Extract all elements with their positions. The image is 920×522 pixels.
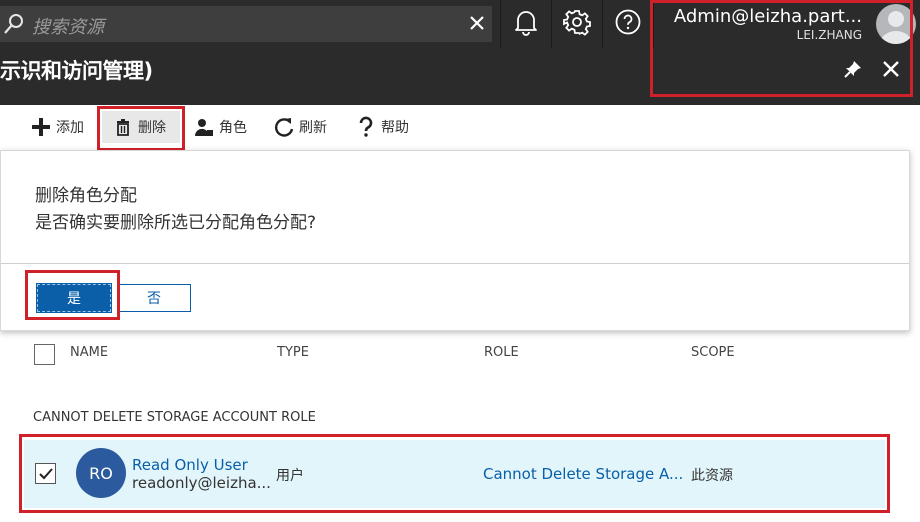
command-bar: 添加 删除 角色 刷新 帮助 [0, 105, 920, 149]
help-command-button[interactable]: 帮助 [355, 111, 409, 143]
dialog-message: 是否确实要删除所选已分配角色分配? [35, 213, 317, 233]
pin-icon[interactable] [842, 58, 864, 80]
help-circle-icon [614, 8, 642, 41]
table-row[interactable]: RO Read Only User readonly@leizha... 用户 … [24, 440, 885, 508]
notifications-button[interactable] [501, 0, 551, 48]
user-email: readonly@leizha... [132, 474, 271, 492]
group-header: CANNOT DELETE STORAGE ACCOUNT ROLE [33, 410, 316, 425]
yes-button[interactable]: 是 [36, 283, 112, 313]
roles-button[interactable]: 角色 [193, 111, 247, 143]
gear-icon [563, 8, 591, 41]
search-box[interactable]: 搜索资源 [0, 6, 492, 42]
question-icon [355, 116, 377, 138]
user-name-link[interactable]: Read Only User [132, 456, 248, 474]
add-button[interactable]: 添加 [30, 111, 84, 143]
dialog-divider [1, 263, 909, 264]
trash-icon [112, 116, 134, 138]
user-avatar: RO [76, 448, 126, 498]
scope-value: 此资源 [691, 468, 733, 484]
no-button[interactable]: 否 [117, 284, 191, 312]
clear-search-icon[interactable] [466, 12, 488, 34]
settings-button[interactable] [552, 0, 602, 48]
user-type: 用户 [276, 468, 304, 484]
user-roles-icon [193, 116, 215, 138]
refresh-button[interactable]: 刷新 [273, 111, 327, 143]
help-label: 帮助 [381, 120, 409, 136]
account-email: Admin@leizha.part... [673, 6, 862, 27]
refresh-label: 刷新 [299, 120, 327, 136]
blade-title: 示识和访问管理) [0, 59, 153, 83]
close-icon[interactable] [880, 58, 902, 80]
avatar[interactable] [876, 4, 916, 44]
account-menu[interactable]: Admin@leizha.part... LEI.ZHANG [656, 0, 920, 48]
column-header-type[interactable]: TYPE [277, 345, 309, 360]
select-all-checkbox[interactable] [34, 344, 55, 365]
plus-icon [30, 116, 52, 138]
refresh-icon [273, 116, 295, 138]
delete-confirmation-dialog: 删除角色分配 是否确实要删除所选已分配角色分配? 是 否 [0, 150, 910, 331]
bell-icon [513, 8, 539, 41]
blade-header: 示识和访问管理) [0, 48, 920, 105]
roles-label: 角色 [219, 120, 247, 136]
search-input[interactable]: 搜索资源 [32, 13, 104, 39]
search-icon [2, 12, 26, 36]
column-header-scope[interactable]: SCOPE [691, 345, 735, 360]
top-bar: 搜索资源 Admin@leizha.part... LEI.ZHANG [0, 0, 920, 48]
dialog-title: 删除角色分配 [35, 186, 137, 206]
account-directory: LEI.ZHANG [796, 28, 862, 42]
divider [653, 0, 654, 48]
column-header-role[interactable]: ROLE [484, 345, 519, 360]
help-button[interactable] [603, 0, 653, 48]
delete-button[interactable]: 删除 [102, 111, 180, 143]
delete-label: 删除 [138, 120, 166, 136]
role-link[interactable]: Cannot Delete Storage A... [483, 465, 683, 483]
column-header-name[interactable]: NAME [70, 345, 108, 360]
add-label: 添加 [56, 120, 84, 136]
row-checkbox[interactable] [35, 463, 56, 484]
